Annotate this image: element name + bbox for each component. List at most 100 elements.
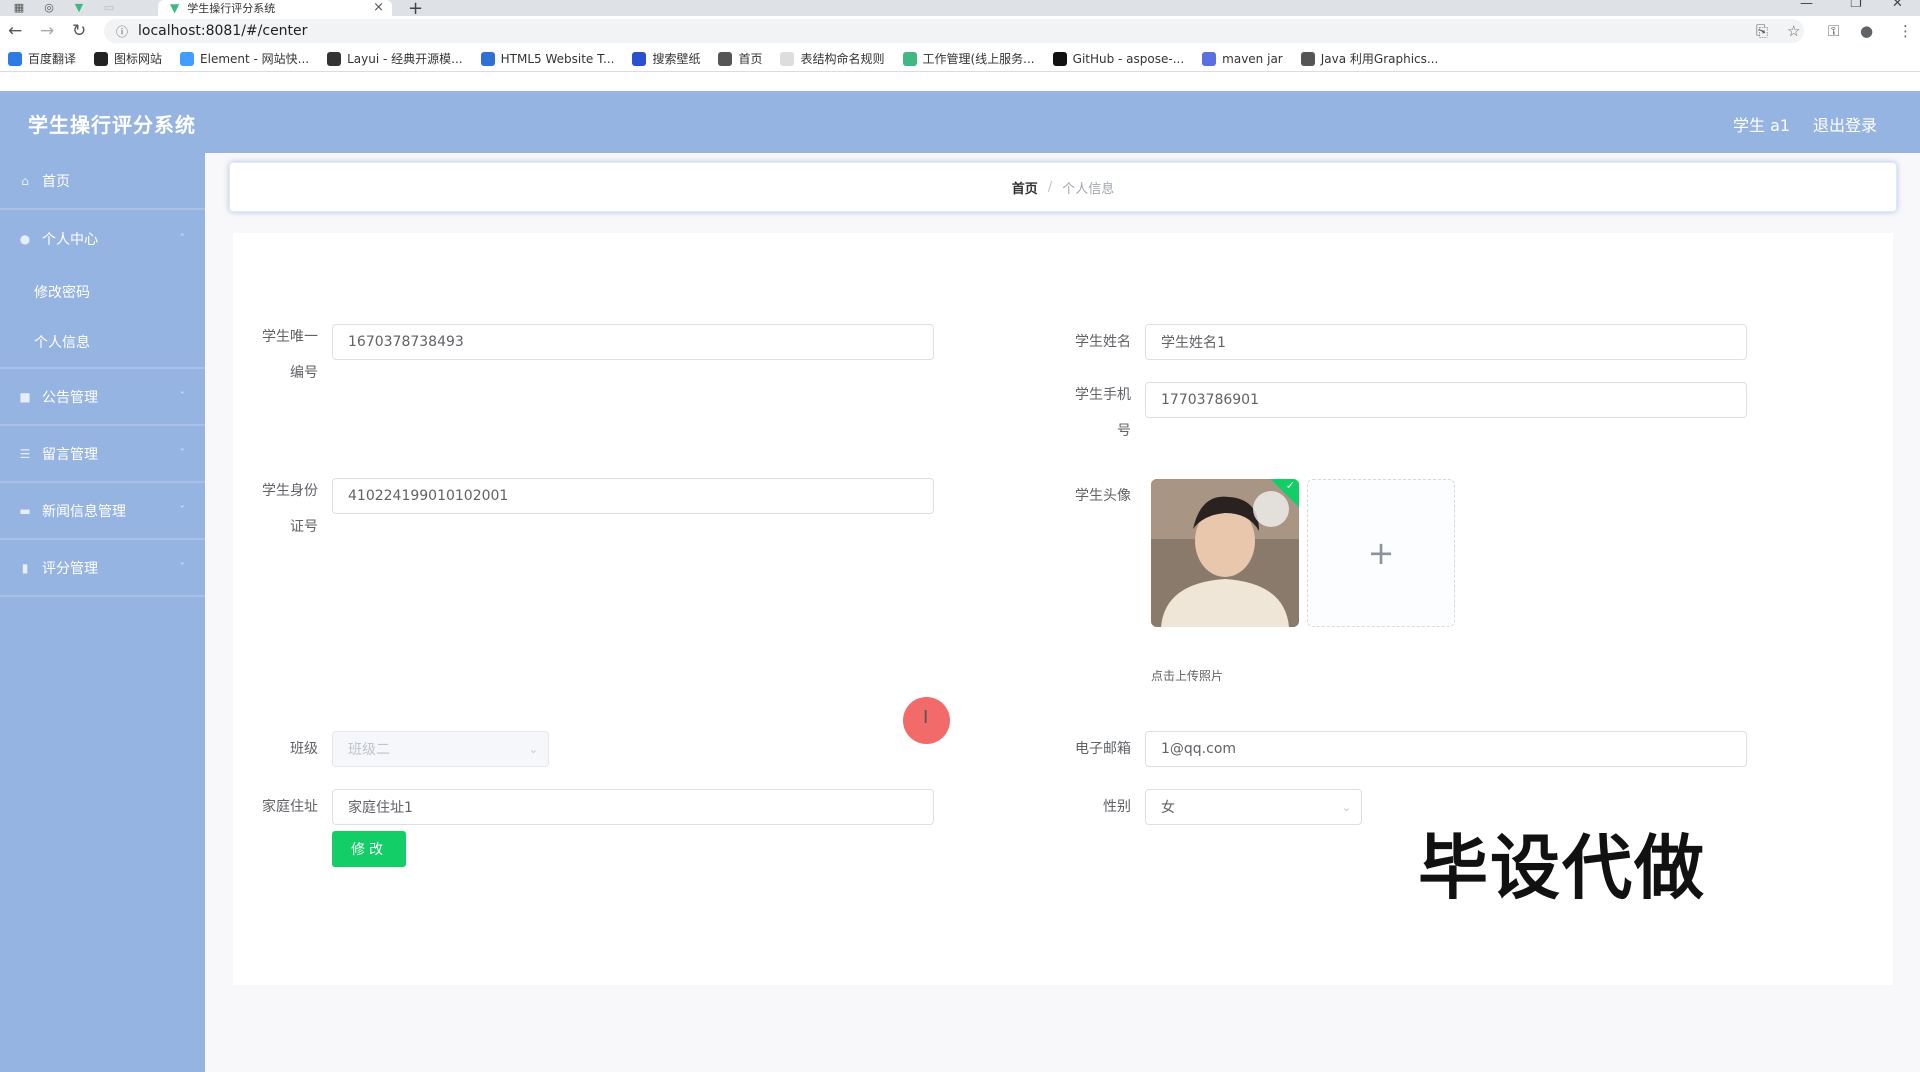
gender-label: 性别 <box>1103 799 1131 815</box>
score-icon: ▮ <box>21 560 29 575</box>
bookmark-label: 搜索壁纸 <box>652 52 701 66</box>
home-icon: ⌂ <box>21 173 29 188</box>
sidebar-item-news[interactable]: ▬ 新闻信息管理 ˇ <box>0 483 205 540</box>
gender-select[interactable]: 女 ⌄ <box>1145 789 1362 825</box>
restore-icon[interactable]: ❐ <box>1850 0 1862 11</box>
logout-link[interactable]: 退出登录 <box>1813 112 1877 136</box>
student-phone-value: 17703786901 <box>1161 392 1259 408</box>
github-icon <box>1052 51 1067 66</box>
bookmark-item[interactable]: 图标网站 <box>94 50 162 67</box>
student-name-field[interactable]: 学生姓名1 <box>1145 324 1747 360</box>
url-text: localhost:8081/#/center <box>138 23 308 39</box>
browser-active-tab[interactable]: ▼ 学生操行评分系统 × <box>158 0 392 16</box>
chevron-up-icon: ˆ <box>179 232 186 245</box>
bookmark-label: 百度翻译 <box>28 52 77 66</box>
avatar-upload-button[interactable]: + <box>1307 479 1455 627</box>
pinned-tab-icon[interactable]: ▦ <box>6 0 32 14</box>
breadcrumb-separator: / <box>1047 179 1053 195</box>
vue-icon: ▼ <box>170 1 180 15</box>
sidebar-item-label: 评分管理 <box>42 560 98 577</box>
avatar-label: 学生头像 <box>1075 488 1131 504</box>
address-field[interactable]: 家庭住址1 <box>332 789 934 825</box>
student-id-label: 学生唯一 编号 <box>262 329 318 381</box>
student-phone-label: 学生手机 号 <box>1075 387 1131 439</box>
layui-icon <box>327 51 342 66</box>
class-value: 班级二 <box>348 742 390 758</box>
address-value: 家庭住址1 <box>348 800 413 816</box>
minimize-icon[interactable]: — <box>1800 0 1813 11</box>
image-icon <box>94 51 109 66</box>
globe-icon <box>718 51 733 66</box>
profile-icon[interactable]: ● <box>1860 22 1873 40</box>
menu-icon[interactable]: ⋮ <box>1898 22 1913 40</box>
sidebar-item-messages[interactable]: ☰ 留言管理 ˇ <box>0 426 205 483</box>
bookmark-label: maven jar <box>1222 51 1283 66</box>
browser-addressbar: ← → ↻ ⓘ localhost:8081/#/center ⎘ ☆ ⚿ ● … <box>0 16 1920 46</box>
text-cursor-icon: I <box>923 707 929 728</box>
bookmark-item[interactable]: 首页 <box>718 50 762 67</box>
sidebar-item-scores[interactable]: ▮ 评分管理 ˇ <box>0 540 205 597</box>
bookmark-item[interactable]: HTML5 Website T... <box>480 51 614 66</box>
url-field[interactable]: ⓘ localhost:8081/#/center <box>104 19 1804 43</box>
sidebar-item-profile[interactable]: 个人信息 <box>0 317 205 367</box>
sidebar-item-home[interactable]: ⌂ 首页 <box>0 153 205 210</box>
translate-icon <box>8 51 22 66</box>
close-tab-icon[interactable]: × <box>373 0 384 15</box>
close-window-icon[interactable]: ✕ <box>1892 0 1903 11</box>
bookmark-label: 表结构命名规则 <box>800 52 885 66</box>
student-id-value: 1670378738493 <box>348 334 464 350</box>
bookmark-item[interactable]: Element - 网站快... <box>180 50 309 67</box>
sidebar-submenu: 修改密码 个人信息 <box>0 267 205 369</box>
list-icon: ☰ <box>19 446 31 461</box>
reload-icon[interactable]: ↻ <box>72 21 86 41</box>
student-id-field[interactable]: 1670378738493 <box>332 324 934 360</box>
sidebar-item-label: 留言管理 <box>42 446 98 463</box>
student-phone-field[interactable]: 17703786901 <box>1145 382 1747 418</box>
sidebar-item-change-password[interactable]: 修改密码 <box>0 267 205 317</box>
pinned-tab-globe-icon[interactable]: ◎ <box>36 0 62 14</box>
app-header: 学生操行评分系统 学生 a1 退出登录 <box>0 91 1920 153</box>
info-icon[interactable]: ⓘ <box>116 23 128 40</box>
vue-icon <box>902 51 917 66</box>
news-icon: ▬ <box>19 503 31 518</box>
chevron-down-icon: ˇ <box>179 504 186 517</box>
breadcrumb: 首页 / 个人信息 <box>229 162 1897 212</box>
sidebar: ⌂ 首页 ● 个人中心 ˆ 修改密码 个人信息 ■ 公告管理 ˇ ☰ 留言管理 … <box>0 153 205 1072</box>
breadcrumb-home[interactable]: 首页 <box>1012 178 1038 197</box>
pinned-tab-page-icon[interactable]: ▭ <box>96 0 122 14</box>
bookmark-item[interactable]: Layui - 经典开源模... <box>327 50 463 67</box>
pinned-tab-vue-icon[interactable]: ▼ <box>66 0 92 14</box>
id-card-field[interactable]: 410224199010102001 <box>332 478 934 514</box>
back-icon[interactable]: ← <box>8 21 22 41</box>
page-icon <box>780 51 795 66</box>
star-icon[interactable]: ☆ <box>1787 22 1800 40</box>
breadcrumb-current: 个人信息 <box>1062 181 1115 197</box>
sidebar-item-label: 新闻信息管理 <box>42 503 126 520</box>
user-icon: ● <box>19 231 31 246</box>
plus-icon: + <box>1367 534 1395 572</box>
submit-button[interactable]: 修改 <box>332 831 406 867</box>
bookmark-item[interactable]: Java 利用Graphics... <box>1300 50 1438 67</box>
html5-icon <box>480 51 495 66</box>
bookmark-item[interactable]: 百度翻译 <box>8 50 76 67</box>
bookmark-item[interactable]: 表结构命名规则 <box>780 50 885 67</box>
bookmark-item[interactable]: maven jar <box>1202 51 1283 66</box>
translate-icon[interactable]: ⎘ <box>1756 22 1768 40</box>
email-field[interactable]: 1@qq.com <box>1145 731 1747 767</box>
address-label: 家庭住址 <box>262 799 318 815</box>
student-name-value: 学生姓名1 <box>1161 335 1226 351</box>
bookmark-item[interactable]: 工作管理(线上服务... <box>902 50 1035 67</box>
bookmark-item[interactable]: 搜索壁纸 <box>632 50 700 67</box>
bookmark-item[interactable]: GitHub - aspose-... <box>1052 51 1184 66</box>
key-icon[interactable]: ⚿ <box>1828 22 1839 40</box>
avatar-photo <box>1151 479 1299 627</box>
class-label: 班级 <box>290 741 318 757</box>
forward-icon[interactable]: → <box>40 21 54 41</box>
avatar-image[interactable]: ✓ <box>1151 479 1299 627</box>
id-card-label: 学生身份 证号 <box>262 483 318 535</box>
sidebar-item-notices[interactable]: ■ 公告管理 ˇ <box>0 369 205 426</box>
sidebar-item-personal-center[interactable]: ● 个人中心 ˆ <box>0 210 205 267</box>
class-select[interactable]: 班级二 ⌄ <box>332 731 549 767</box>
globe-icon <box>1300 51 1315 66</box>
bookmark-label: 图标网站 <box>114 52 163 66</box>
